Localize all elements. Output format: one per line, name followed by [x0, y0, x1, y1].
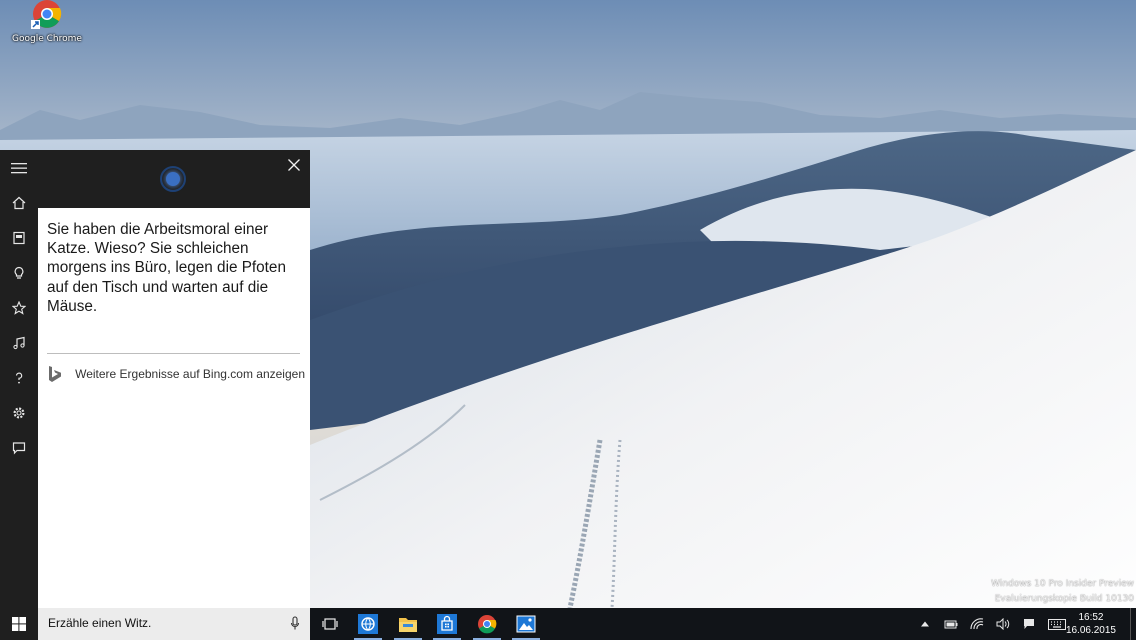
watermark-line-1: Windows 10 Pro Insider Preview [991, 579, 1134, 589]
sidebar-item-reminders[interactable] [0, 255, 38, 290]
sidebar-item-settings[interactable] [0, 395, 38, 430]
music-icon [13, 336, 25, 349]
windows-watermark: Windows 10 Pro Insider Preview Evaluieru… [991, 577, 1134, 607]
taskbar-app-chrome[interactable] [469, 608, 505, 640]
desktop-icon-label: Google Chrome [12, 34, 82, 44]
cortana-answer-text: Sie haben die Arbeitsmoral einer Katze. … [47, 221, 286, 315]
action-center-button[interactable] [1020, 608, 1038, 640]
store-icon [437, 614, 457, 634]
task-view-button[interactable] [312, 608, 348, 640]
battery-icon [944, 620, 958, 629]
cortana-answer-panel: Sie haben die Arbeitsmoral einer Katze. … [38, 208, 310, 608]
touch-keyboard-button[interactable] [1046, 608, 1068, 640]
watermark-line-2: Evaluierungskopie Build 10130 [994, 594, 1134, 604]
cortana-logo-icon [160, 166, 186, 192]
bing-link-label: Weitere Ergebnisse auf Bing.com anzeigen [75, 367, 305, 381]
settings-icon [13, 406, 25, 419]
home-icon [12, 196, 26, 209]
task-view-icon [322, 618, 338, 630]
chrome-icon [478, 615, 497, 634]
taskbar-app-file-explorer[interactable] [390, 608, 426, 640]
taskbar-clock[interactable]: 16:52 16.06.2015 [1066, 611, 1116, 637]
hamburger-menu-button[interactable] [0, 150, 38, 185]
start-button[interactable] [0, 608, 38, 640]
sidebar-item-notebook[interactable] [0, 220, 38, 255]
taskbar: 16:52 16.06.2015 [0, 608, 1136, 640]
action-center-icon [1024, 619, 1034, 629]
chrome-shortcut-icon [29, 0, 65, 32]
volume-button[interactable] [994, 608, 1012, 640]
network-button[interactable] [968, 608, 986, 640]
help-icon [15, 372, 23, 383]
star-icon [12, 300, 26, 315]
divider [47, 353, 300, 354]
windows-logo-icon [12, 617, 26, 631]
lightbulb-icon [14, 266, 24, 279]
battery-button[interactable] [942, 608, 960, 640]
desktop-icon-chrome[interactable]: Google Chrome [6, 0, 88, 44]
notebook-icon [13, 231, 25, 244]
chevron-up-icon [921, 621, 929, 627]
taskbar-app-edge[interactable] [350, 608, 386, 640]
close-button[interactable] [284, 154, 304, 176]
bing-logo-icon [47, 365, 68, 383]
taskbar-app-photos[interactable] [508, 608, 544, 640]
cortana-sidebar [0, 150, 38, 608]
sidebar-item-feedback[interactable] [0, 430, 38, 465]
sidebar-item-music[interactable] [0, 325, 38, 360]
clock-time: 16:52 [1078, 612, 1104, 623]
sidebar-item-favorites[interactable] [0, 290, 38, 325]
sidebar-item-home[interactable] [0, 185, 38, 220]
clock-date: 16.06.2015 [1065, 625, 1116, 636]
network-icon [970, 618, 984, 630]
file-explorer-icon [399, 618, 417, 632]
cortana-header [38, 150, 310, 208]
show-desktop-button[interactable] [1130, 608, 1136, 640]
bing-more-results-link[interactable]: Weitere Ergebnisse auf Bing.com anzeigen [47, 363, 305, 385]
close-icon [288, 159, 300, 171]
keyboard-icon [1048, 618, 1066, 630]
taskbar-area: 16:52 16.06.2015 [310, 608, 1136, 640]
feedback-icon [12, 441, 26, 454]
photos-icon [516, 615, 536, 633]
taskbar-app-store[interactable] [429, 608, 465, 640]
edge-browser-icon [358, 614, 378, 634]
hamburger-menu-icon [11, 162, 27, 173]
show-hidden-icons-button[interactable] [918, 608, 932, 640]
sidebar-item-help[interactable] [0, 360, 38, 395]
volume-icon [996, 618, 1010, 630]
